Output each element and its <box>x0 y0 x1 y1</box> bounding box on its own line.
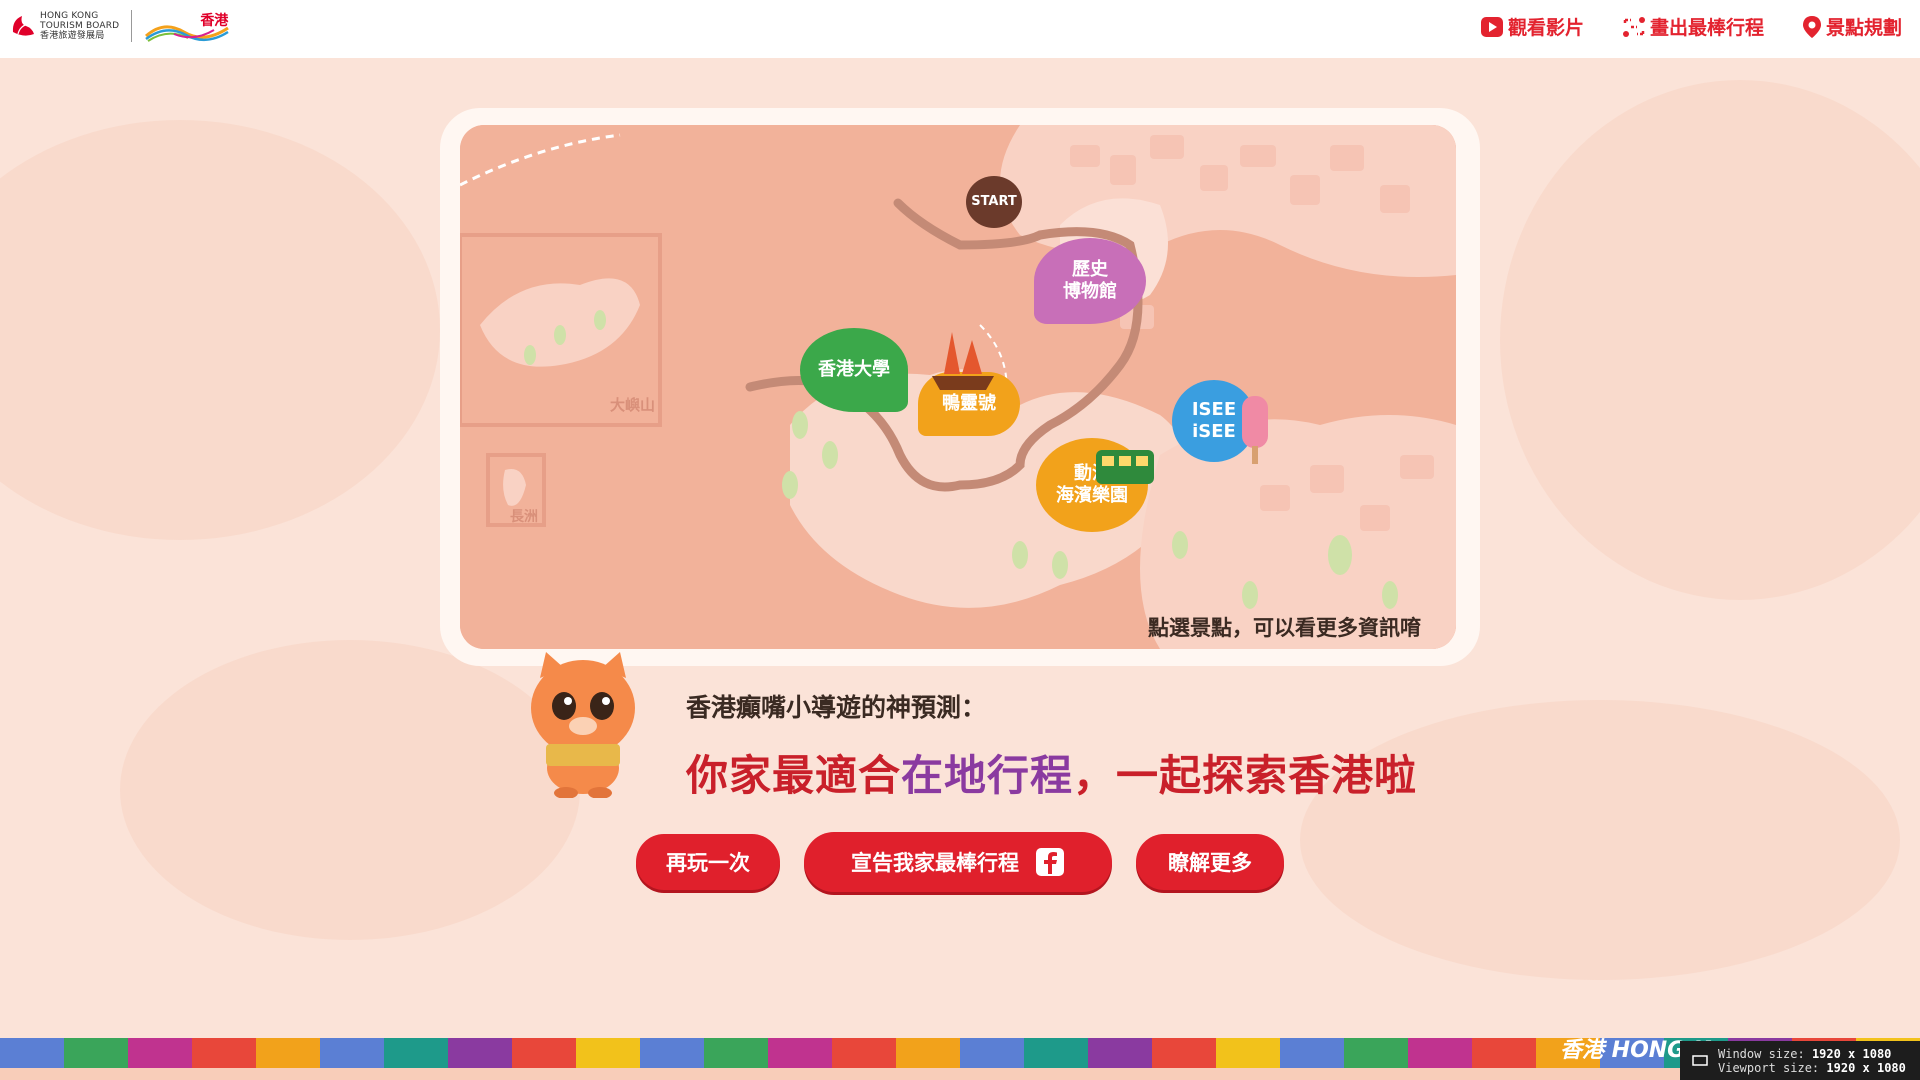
junk-boat-icon <box>932 332 994 390</box>
headline-highlight: 在地行程 <box>901 751 1074 800</box>
window-size-overlay: Window size: 1920 x 1080 Viewport size: … <box>1680 1041 1920 1080</box>
map-hint: 點選景點，可以看更多資訊唷 <box>1148 616 1421 640</box>
background-shape <box>0 120 440 540</box>
viewport-size-value: 1920 x 1080 <box>1826 1061 1906 1075</box>
svg-text:長洲: 長洲 <box>510 509 538 525</box>
nav-label: 景點規劃 <box>1825 17 1902 39</box>
spot-label: 鴨靈號 <box>942 393 996 414</box>
hktb-line2: TOURISM BOARD <box>40 21 120 31</box>
background-shape <box>1500 80 1920 600</box>
brand-hong-kong-logo: 香港 <box>144 10 230 42</box>
hktb-line1: HONG KONG <box>40 11 99 21</box>
location-pin-icon <box>1802 15 1821 38</box>
headline-post: ，一起探索香港啦 <box>1073 751 1418 800</box>
bauhinia-icon <box>12 16 34 36</box>
tram-icon <box>1096 450 1154 484</box>
replay-button[interactable]: 再玩一次 <box>636 834 780 890</box>
spot-label: 博物館 <box>1063 281 1117 302</box>
learn-more-button[interactable]: 瞭解更多 <box>1136 834 1284 890</box>
window-size-label: Window size: <box>1718 1047 1805 1061</box>
replay-label: 再玩一次 <box>666 851 750 875</box>
nav-label: 畫出最棒行程 <box>1649 17 1764 39</box>
hktb-logo: HONG KONG TOURISM BOARD 香港旅遊發展局 <box>10 11 119 41</box>
spot-label: iSEE <box>1192 421 1236 442</box>
spot-history-museum[interactable]: 歷史 博物館 <box>1034 238 1146 324</box>
nav-spot-planning[interactable]: 景點規劃 <box>1802 13 1902 40</box>
top-nav: 觀看影片 畫出最棒行程 景點規劃 <box>1480 13 1902 40</box>
start-marker: START <box>966 176 1022 228</box>
monitor-icon <box>1692 1055 1708 1066</box>
prediction-subtitle: 香港癲嘴小導遊的神預測： <box>686 693 987 722</box>
play-icon <box>1480 16 1503 37</box>
ice-pop-icon <box>1242 396 1268 464</box>
window-size-value: 1920 x 1080 <box>1811 1047 1892 1061</box>
svg-text:大嶼山: 大嶼山 <box>610 396 655 414</box>
learn-more-label: 瞭解更多 <box>1168 851 1252 875</box>
background-shape <box>120 640 580 940</box>
header-bar: HONG KONG TOURISM BOARD 香港旅遊發展局 香港 觀看影片 <box>0 0 1920 58</box>
spot-label: 香港大學 <box>818 359 890 380</box>
route-icon <box>1622 16 1645 37</box>
brand-text: 香港 <box>200 13 229 29</box>
nav-watch-video[interactable]: 觀看影片 <box>1480 13 1584 40</box>
headline-pre: 你家最適合 <box>686 751 902 800</box>
spot-label: ISEE <box>1191 399 1237 420</box>
start-label: START <box>971 194 1017 209</box>
mascot-icon <box>531 652 635 798</box>
spot-label: 歷史 <box>1072 259 1108 280</box>
footer-strip <box>0 1068 1920 1080</box>
logo-divider <box>131 10 133 42</box>
share-route-button[interactable]: 宣告我家最棒行程 <box>804 832 1112 892</box>
prediction-headline: 你家最適合在地行程，一起探索香港啦 <box>686 742 1417 803</box>
spot-hku[interactable]: 香港大學 <box>800 328 908 412</box>
hktb-chinese: 香港旅遊發展局 <box>40 31 105 41</box>
site-logo[interactable]: HONG KONG TOURISM BOARD 香港旅遊發展局 香港 <box>10 10 230 42</box>
viewport-size-label: Viewport size: <box>1718 1061 1820 1075</box>
share-label: 宣告我家最棒行程 <box>851 851 1019 875</box>
facebook-icon <box>1036 848 1064 876</box>
nav-draw-route[interactable]: 畫出最棒行程 <box>1622 13 1764 40</box>
nav-label: 觀看影片 <box>1507 17 1584 39</box>
